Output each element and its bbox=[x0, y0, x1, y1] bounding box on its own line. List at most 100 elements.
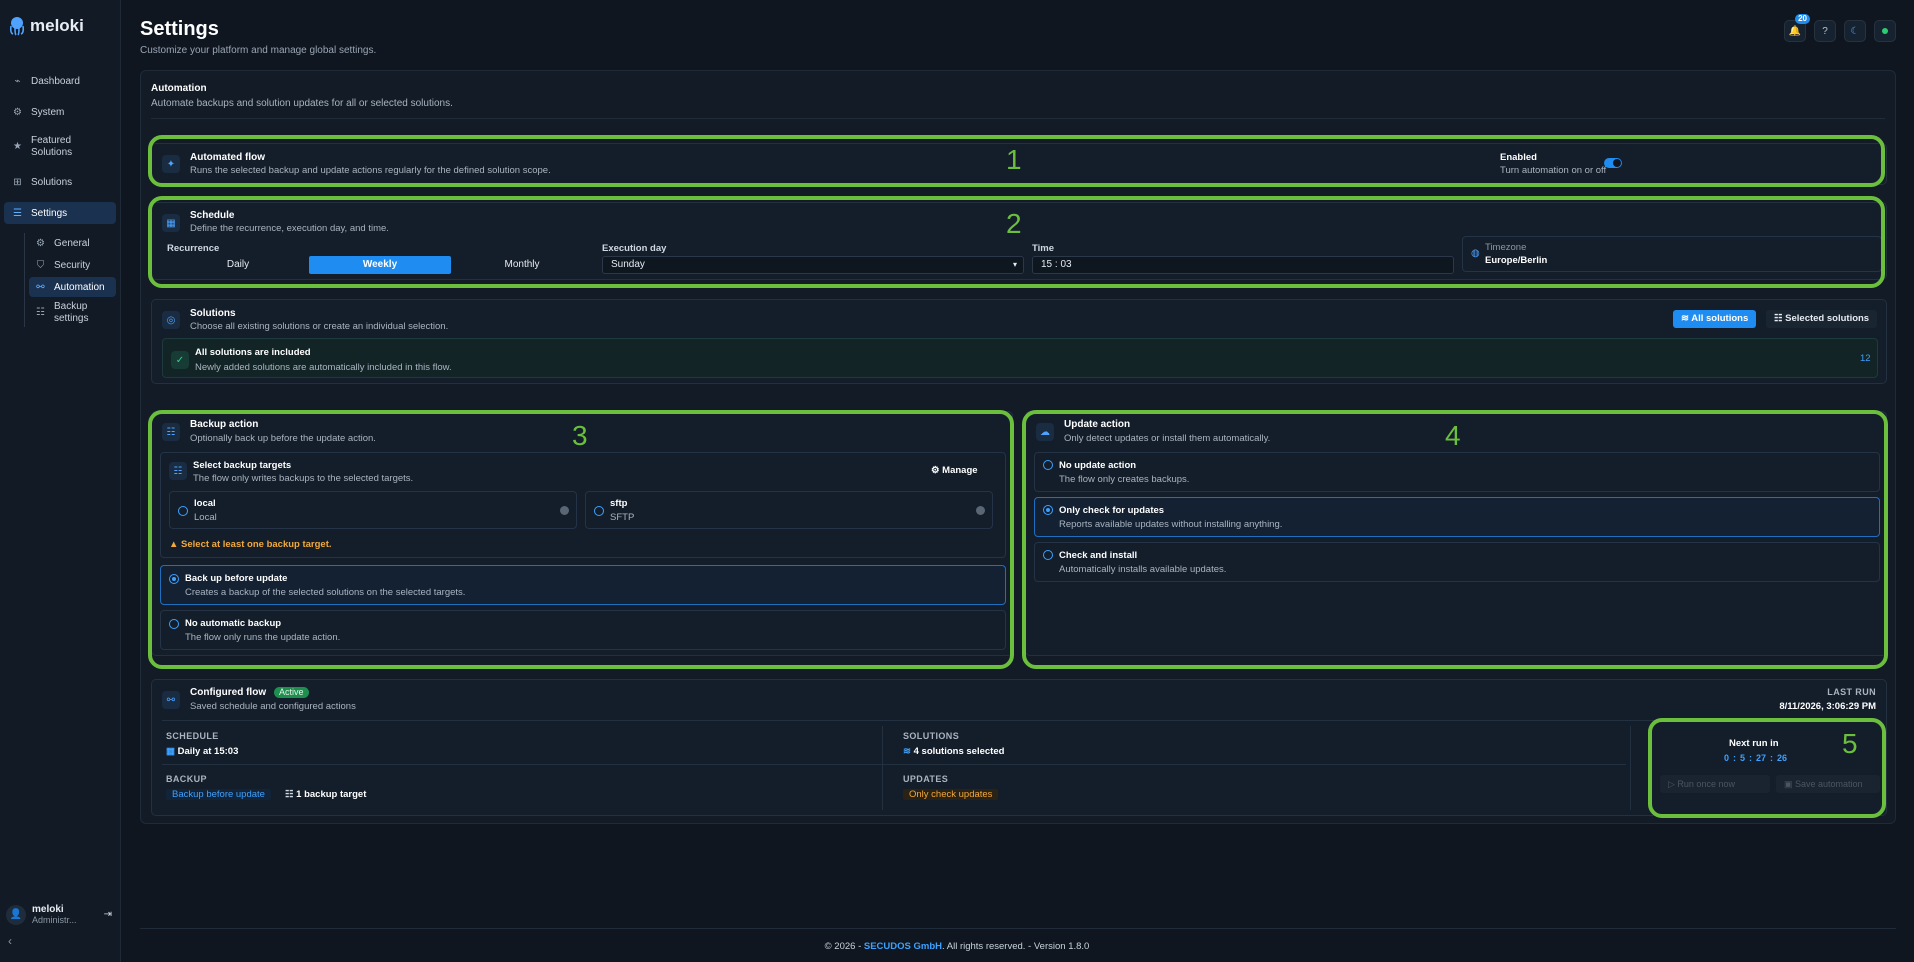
help-icon: ? bbox=[1822, 25, 1828, 37]
solutions-icon: ◎ bbox=[162, 311, 180, 329]
selected-solutions-button[interactable]: ☷ Selected solutions bbox=[1766, 310, 1878, 328]
all-solutions-button[interactable]: ≋ All solutions bbox=[1673, 310, 1757, 328]
divider bbox=[1630, 726, 1631, 810]
update-option-check-only[interactable]: Only check for updates Reports available… bbox=[1034, 497, 1880, 537]
status-button[interactable] bbox=[1874, 20, 1896, 42]
logout-icon[interactable]: ⇥ bbox=[104, 909, 112, 920]
option-subtitle: Creates a backup of the selected solutio… bbox=[185, 587, 466, 598]
save-automation-label: Save automation bbox=[1795, 779, 1863, 789]
backup-value: Backup before update bbox=[166, 789, 271, 800]
recurrence-daily-option[interactable]: Daily bbox=[167, 256, 309, 274]
sidebar-item-security[interactable]: ⛉ Security bbox=[29, 255, 116, 275]
user-profile[interactable]: 👤 meloki Administr... ⇥ bbox=[6, 904, 112, 925]
gear-icon: ⚙ bbox=[36, 237, 45, 249]
sidebar-item-label: Featured Solutions bbox=[31, 135, 73, 158]
theme-toggle-button[interactable]: ☾ bbox=[1844, 20, 1866, 42]
option-title: No update action bbox=[1059, 460, 1137, 471]
sidebar-item-solutions[interactable]: ⊞ Solutions bbox=[4, 171, 116, 193]
sidebar-item-backup-settings[interactable]: ☷ Backup settings bbox=[29, 299, 116, 327]
annotation-number-2: 2 bbox=[1006, 208, 1022, 239]
help-button[interactable]: ? bbox=[1814, 20, 1836, 42]
updates-value: Only check updates bbox=[903, 789, 999, 800]
automated-flow-subtitle: Runs the selected backup and update acti… bbox=[190, 165, 551, 176]
backup-target-sftp[interactable]: sftp SFTP bbox=[585, 491, 993, 529]
execution-day-select[interactable]: Sunday ▾ bbox=[602, 256, 1024, 274]
manage-label: Manage bbox=[942, 465, 978, 476]
update-action-subtitle: Only detect updates or install them auto… bbox=[1064, 433, 1271, 444]
backup-option-before-update[interactable]: Back up before update Creates a backup o… bbox=[160, 565, 1006, 605]
backup-target-local[interactable]: local Local bbox=[169, 491, 577, 529]
sidebar-item-label: Solutions bbox=[31, 176, 73, 188]
divider bbox=[882, 726, 883, 810]
sidebar-item-system[interactable]: ⚙ System bbox=[4, 101, 116, 123]
notification-count: 20 bbox=[1795, 14, 1810, 24]
check-only-radio[interactable] bbox=[1043, 505, 1053, 515]
execution-day-label: Execution day bbox=[602, 243, 667, 254]
recurrence-monthly-option[interactable]: Monthly bbox=[451, 256, 593, 274]
solutions-value-text: 4 solutions selected bbox=[913, 746, 1005, 757]
sidebar-item-featured-solutions[interactable]: ★ Featured Solutions bbox=[4, 132, 116, 162]
backup-target-sftp-checkbox[interactable] bbox=[594, 506, 604, 516]
target-status-icon bbox=[560, 506, 569, 515]
automated-flow-title: Automated flow bbox=[190, 152, 265, 163]
database-icon: ☷ bbox=[285, 789, 297, 800]
run-once-button[interactable]: ▷ Run once now bbox=[1660, 775, 1770, 793]
annotation-number-3: 3 bbox=[572, 420, 588, 451]
no-update-radio[interactable] bbox=[1043, 460, 1053, 470]
layers-icon: ≋ bbox=[903, 746, 914, 757]
user-name: meloki bbox=[32, 904, 64, 915]
moon-icon: ☾ bbox=[1850, 25, 1860, 37]
avatar: 👤 bbox=[6, 904, 26, 925]
sidebar-item-label: Security bbox=[54, 259, 91, 271]
all-solutions-included-box: ✓ All solutions are included Newly added… bbox=[162, 338, 1878, 378]
grid-icon: ⊞ bbox=[13, 176, 22, 188]
option-title: Only check for updates bbox=[1059, 505, 1165, 516]
schedule-subtitle: Define the recurrence, execution day, an… bbox=[190, 223, 389, 234]
countdown-separator: : bbox=[1749, 753, 1753, 763]
sidebar-item-general[interactable]: ⚙ General bbox=[29, 233, 116, 253]
next-run-label: Next run in bbox=[1729, 738, 1779, 749]
backup-targets-title: Select backup targets bbox=[193, 460, 292, 471]
backup-target-local-checkbox[interactable] bbox=[178, 506, 188, 516]
backup-before-update-radio[interactable] bbox=[169, 574, 179, 584]
globe-icon: ◍ bbox=[1471, 248, 1480, 259]
configured-flow-title: Configured flow bbox=[190, 687, 267, 698]
shield-icon: ⛉ bbox=[36, 259, 45, 271]
option-subtitle: The flow only creates backups. bbox=[1059, 474, 1190, 485]
database-icon: ☷ bbox=[162, 423, 180, 441]
option-title: Back up before update bbox=[185, 573, 288, 584]
automation-card: Automation Automate backups and solution… bbox=[140, 70, 1896, 824]
schedule-label: SCHEDULE bbox=[166, 731, 219, 741]
backup-option-none[interactable]: No automatic backup The flow only runs t… bbox=[160, 610, 1006, 650]
manage-button[interactable]: ⚙ Manage bbox=[931, 465, 978, 476]
backup-target-count: ☷ 1 backup target bbox=[285, 789, 366, 800]
no-backup-radio[interactable] bbox=[169, 619, 179, 629]
check-icon: ✓ bbox=[171, 351, 189, 369]
countdown-minutes: 27 bbox=[1756, 753, 1767, 763]
all-solutions-label: All solutions bbox=[1691, 313, 1749, 324]
enabled-toggle[interactable] bbox=[1604, 158, 1622, 168]
recurrence-weekly-option[interactable]: Weekly bbox=[309, 256, 451, 274]
update-option-check-install[interactable]: Check and install Automatically installs… bbox=[1034, 542, 1880, 582]
check-install-radio[interactable] bbox=[1043, 550, 1053, 560]
schedule-value: ▦ Daily at 15:03 bbox=[166, 746, 238, 757]
sidebar-item-settings[interactable]: ☰ Settings bbox=[4, 202, 116, 224]
header-actions: 🔔 20 ? ☾ bbox=[1784, 14, 1896, 42]
option-title: No automatic backup bbox=[185, 618, 282, 629]
notifications-button[interactable]: 🔔 20 bbox=[1784, 14, 1810, 42]
update-option-none[interactable]: No update action The flow only creates b… bbox=[1034, 452, 1880, 492]
option-subtitle: Automatically installs available updates… bbox=[1059, 564, 1227, 575]
sidebar-item-automation[interactable]: ⚯ Automation bbox=[29, 277, 116, 297]
automation-subtitle: Automate backups and solution updates fo… bbox=[151, 98, 453, 109]
star-icon: ★ bbox=[13, 141, 22, 152]
selected-solutions-label: Selected solutions bbox=[1785, 313, 1870, 324]
sidebar-item-dashboard[interactable]: ⌁ Dashboard bbox=[4, 70, 116, 92]
annotation-number-1: 1 bbox=[1006, 144, 1022, 175]
backup-label: BACKUP bbox=[166, 774, 207, 784]
sidebar-item-label: System bbox=[31, 106, 65, 118]
backup-target-type: Local bbox=[194, 512, 217, 523]
time-input[interactable]: 15 : 03 bbox=[1032, 256, 1454, 274]
save-automation-button[interactable]: ▣ Save automation bbox=[1776, 775, 1880, 793]
company-link[interactable]: SECUDOS GmbH bbox=[864, 941, 942, 952]
app-logo[interactable]: meloki bbox=[8, 16, 84, 36]
